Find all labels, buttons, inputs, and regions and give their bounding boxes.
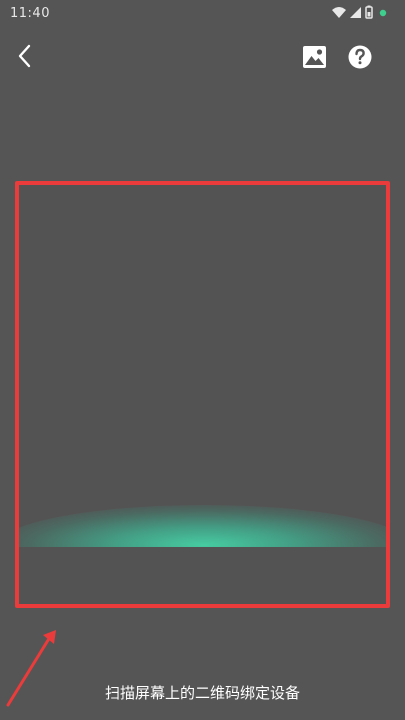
gallery-button[interactable] [300, 42, 330, 72]
back-button[interactable] [10, 40, 40, 72]
notification-dot-icon [379, 9, 387, 17]
scan-line [19, 495, 386, 547]
toolbar [0, 28, 405, 84]
signal-icon [350, 7, 361, 18]
scan-frame [15, 181, 390, 608]
help-button[interactable] [345, 42, 375, 72]
scan-hint-text: 扫描屏幕上的二维码绑定设备 [104, 684, 300, 702]
scan-glow [19, 505, 386, 547]
battery-icon [365, 5, 373, 19]
question-circle-icon [348, 45, 372, 69]
status-time: 11:40 [10, 6, 50, 21]
wifi-icon [332, 7, 346, 18]
chevron-left-icon [18, 44, 31, 68]
status-bar: 11:40 [0, 0, 405, 28]
status-icons [331, 5, 393, 21]
image-icon [303, 46, 326, 68]
